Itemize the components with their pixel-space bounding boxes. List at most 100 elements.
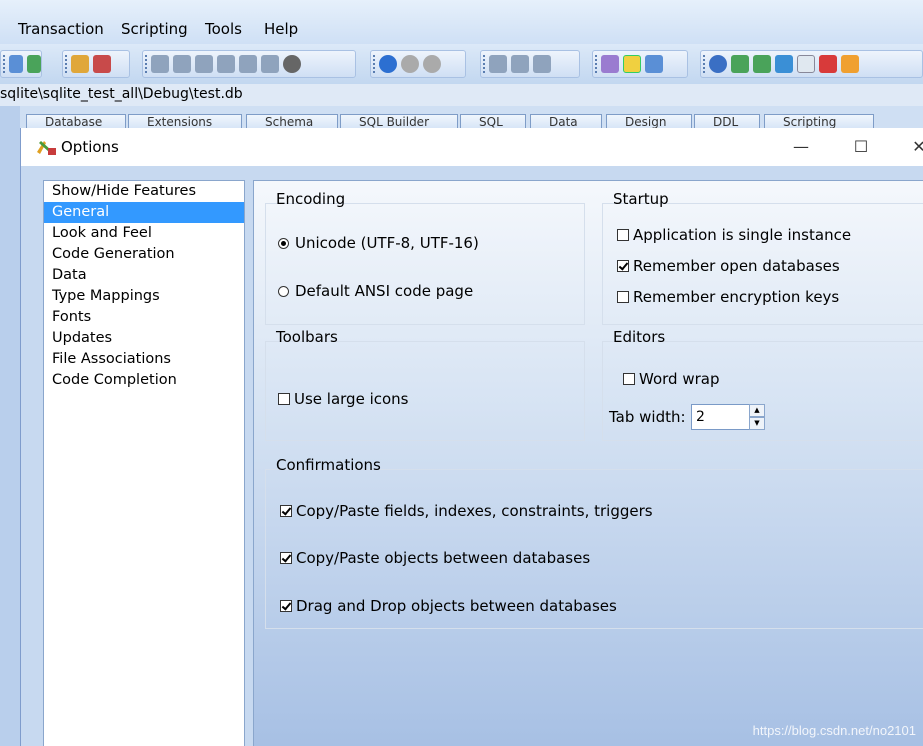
- menu-transaction[interactable]: Transaction: [18, 20, 104, 38]
- tab-width-spinner: ▲ ▼: [749, 404, 765, 430]
- category-show-hide-features[interactable]: Show/Hide Features: [44, 181, 244, 202]
- web-icon[interactable]: [753, 55, 771, 73]
- category-data[interactable]: Data: [44, 265, 244, 286]
- category-fonts[interactable]: Fonts: [44, 307, 244, 328]
- about-icon[interactable]: [841, 55, 859, 73]
- single-instance-check-indicator[interactable]: [617, 229, 629, 241]
- maximize-button[interactable]: ☐: [841, 134, 881, 160]
- cancel-icon[interactable]: [283, 55, 301, 73]
- mail-icon[interactable]: [797, 55, 815, 73]
- connect-icon[interactable]: [9, 55, 23, 73]
- category-file-associations[interactable]: File Associations: [44, 349, 244, 370]
- drag-drop-checkbox[interactable]: Drag and Drop objects between databases: [280, 597, 617, 615]
- copy-fields-check-indicator[interactable]: [280, 505, 292, 517]
- category-code-completion[interactable]: Code Completion: [44, 370, 244, 391]
- toolbar-group-5: [480, 50, 580, 78]
- confirmations-group: Confirmations Copy/Paste fields, indexes…: [265, 456, 923, 629]
- single-instance-checkbox[interactable]: Application is single instance: [617, 226, 851, 244]
- encoding-group: Encoding Unicode (UTF-8, UTF-16) Default…: [265, 190, 585, 325]
- grid-icon[interactable]: [645, 55, 663, 73]
- table-edit-icon[interactable]: [173, 55, 191, 73]
- tab-scripting[interactable]: Scripting: [764, 114, 874, 128]
- import-icon[interactable]: [71, 55, 89, 73]
- table-paste-icon[interactable]: [217, 55, 235, 73]
- tab-sql-builder[interactable]: SQL Builder: [340, 114, 458, 128]
- table-rename-icon[interactable]: [239, 55, 257, 73]
- category-look-and-feel[interactable]: Look and Feel: [44, 223, 244, 244]
- unicode-radio[interactable]: Unicode (UTF-8, UTF-16): [278, 234, 479, 252]
- tab-schema[interactable]: Schema: [246, 114, 338, 128]
- register-icon[interactable]: [819, 55, 837, 73]
- close-button[interactable]: ✕: [899, 134, 923, 160]
- trigger-icon[interactable]: [511, 55, 529, 73]
- remember-databases-checkbox[interactable]: Remember open databases: [617, 257, 840, 275]
- drag-drop-label: Drag and Drop objects between databases: [296, 597, 617, 615]
- large-icons-checkbox[interactable]: Use large icons: [278, 390, 409, 408]
- export-icon[interactable]: [93, 55, 111, 73]
- editors-group: Editors Word wrap Tab width: ▲ ▼: [602, 328, 923, 441]
- remember-keys-checkbox[interactable]: Remember encryption keys: [617, 288, 839, 306]
- encoding-group-title: Encoding: [276, 190, 346, 208]
- category-type-mappings[interactable]: Type Mappings: [44, 286, 244, 307]
- tab-extensions[interactable]: Extensions: [128, 114, 242, 128]
- table-new-icon[interactable]: [151, 55, 169, 73]
- remember-keys-check-indicator[interactable]: [617, 291, 629, 303]
- tab-ddl[interactable]: DDL: [694, 114, 760, 128]
- table-drop-icon[interactable]: [261, 55, 279, 73]
- startup-group: Startup Application is single instance R…: [602, 190, 923, 325]
- single-instance-label: Application is single instance: [633, 226, 852, 244]
- home-icon[interactable]: [731, 55, 749, 73]
- menu-tools[interactable]: Tools: [205, 20, 242, 38]
- dialog-body: Show/Hide Features General Look and Feel…: [21, 166, 923, 746]
- refresh-db-icon[interactable]: [27, 55, 41, 73]
- pause-icon[interactable]: [401, 55, 419, 73]
- database-path: sqlite\sqlite_test_all\Debug\test.db: [0, 86, 243, 102]
- spin-up-icon[interactable]: ▲: [749, 404, 765, 417]
- options-category-list: Show/Hide Features General Look and Feel…: [43, 180, 245, 746]
- unicode-radio-indicator[interactable]: [278, 237, 289, 249]
- toolbar-group-6: [592, 50, 688, 78]
- category-code-generation[interactable]: Code Generation: [44, 244, 244, 265]
- tab-data[interactable]: Data: [530, 114, 602, 128]
- database-path-bar: sqlite\sqlite_test_all\Debug\test.db: [0, 84, 923, 107]
- copy-objects-checkbox[interactable]: Copy/Paste objects between databases: [280, 549, 590, 567]
- category-updates[interactable]: Updates: [44, 328, 244, 349]
- app-tab-strip: Database Extensions Schema SQL Builder S…: [20, 106, 923, 128]
- copy-objects-label: Copy/Paste objects between databases: [296, 549, 591, 567]
- remember-databases-label: Remember open databases: [633, 257, 840, 275]
- unicode-radio-label: Unicode (UTF-8, UTF-16): [295, 234, 479, 252]
- copy-fields-checkbox[interactable]: Copy/Paste fields, indexes, constraints,…: [280, 502, 653, 520]
- ansi-radio[interactable]: Default ANSI code page: [278, 282, 473, 300]
- ansi-radio-indicator[interactable]: [278, 285, 289, 297]
- execute-icon[interactable]: [379, 55, 397, 73]
- toolbars-group-title: Toolbars: [276, 328, 338, 346]
- dialog-title-bar[interactable]: Options — ☐ ✕: [21, 128, 923, 166]
- index-icon[interactable]: [489, 55, 507, 73]
- menu-help[interactable]: Help: [264, 20, 298, 38]
- word-wrap-check-indicator[interactable]: [623, 373, 635, 385]
- large-icons-check-indicator[interactable]: [278, 393, 290, 405]
- large-icons-label: Use large icons: [294, 390, 409, 408]
- main-toolbar: [0, 44, 923, 85]
- copy-objects-check-indicator[interactable]: [280, 552, 292, 564]
- edit-icon[interactable]: [775, 55, 793, 73]
- tab-width-label: Tab width:: [609, 408, 686, 426]
- filter-icon[interactable]: [623, 55, 641, 73]
- options-dialog: Options — ☐ ✕ Show/Hide Features General…: [20, 128, 923, 746]
- category-general[interactable]: General: [44, 202, 244, 223]
- table-copy-icon[interactable]: [195, 55, 213, 73]
- settings-icon[interactable]: [601, 55, 619, 73]
- help-icon[interactable]: [709, 55, 727, 73]
- spin-down-icon[interactable]: ▼: [749, 417, 765, 430]
- word-wrap-checkbox[interactable]: Word wrap: [623, 370, 719, 388]
- tab-database[interactable]: Database: [26, 114, 126, 128]
- watermark: https://blog.csdn.net/no2101: [752, 723, 916, 738]
- minimize-button[interactable]: —: [781, 134, 821, 160]
- tab-design[interactable]: Design: [606, 114, 692, 128]
- menu-scripting[interactable]: Scripting: [121, 20, 188, 38]
- tab-sql[interactable]: SQL: [460, 114, 526, 128]
- remember-databases-check-indicator[interactable]: [617, 260, 629, 272]
- view-icon[interactable]: [533, 55, 551, 73]
- stop-icon[interactable]: [423, 55, 441, 73]
- drag-drop-check-indicator[interactable]: [280, 600, 292, 612]
